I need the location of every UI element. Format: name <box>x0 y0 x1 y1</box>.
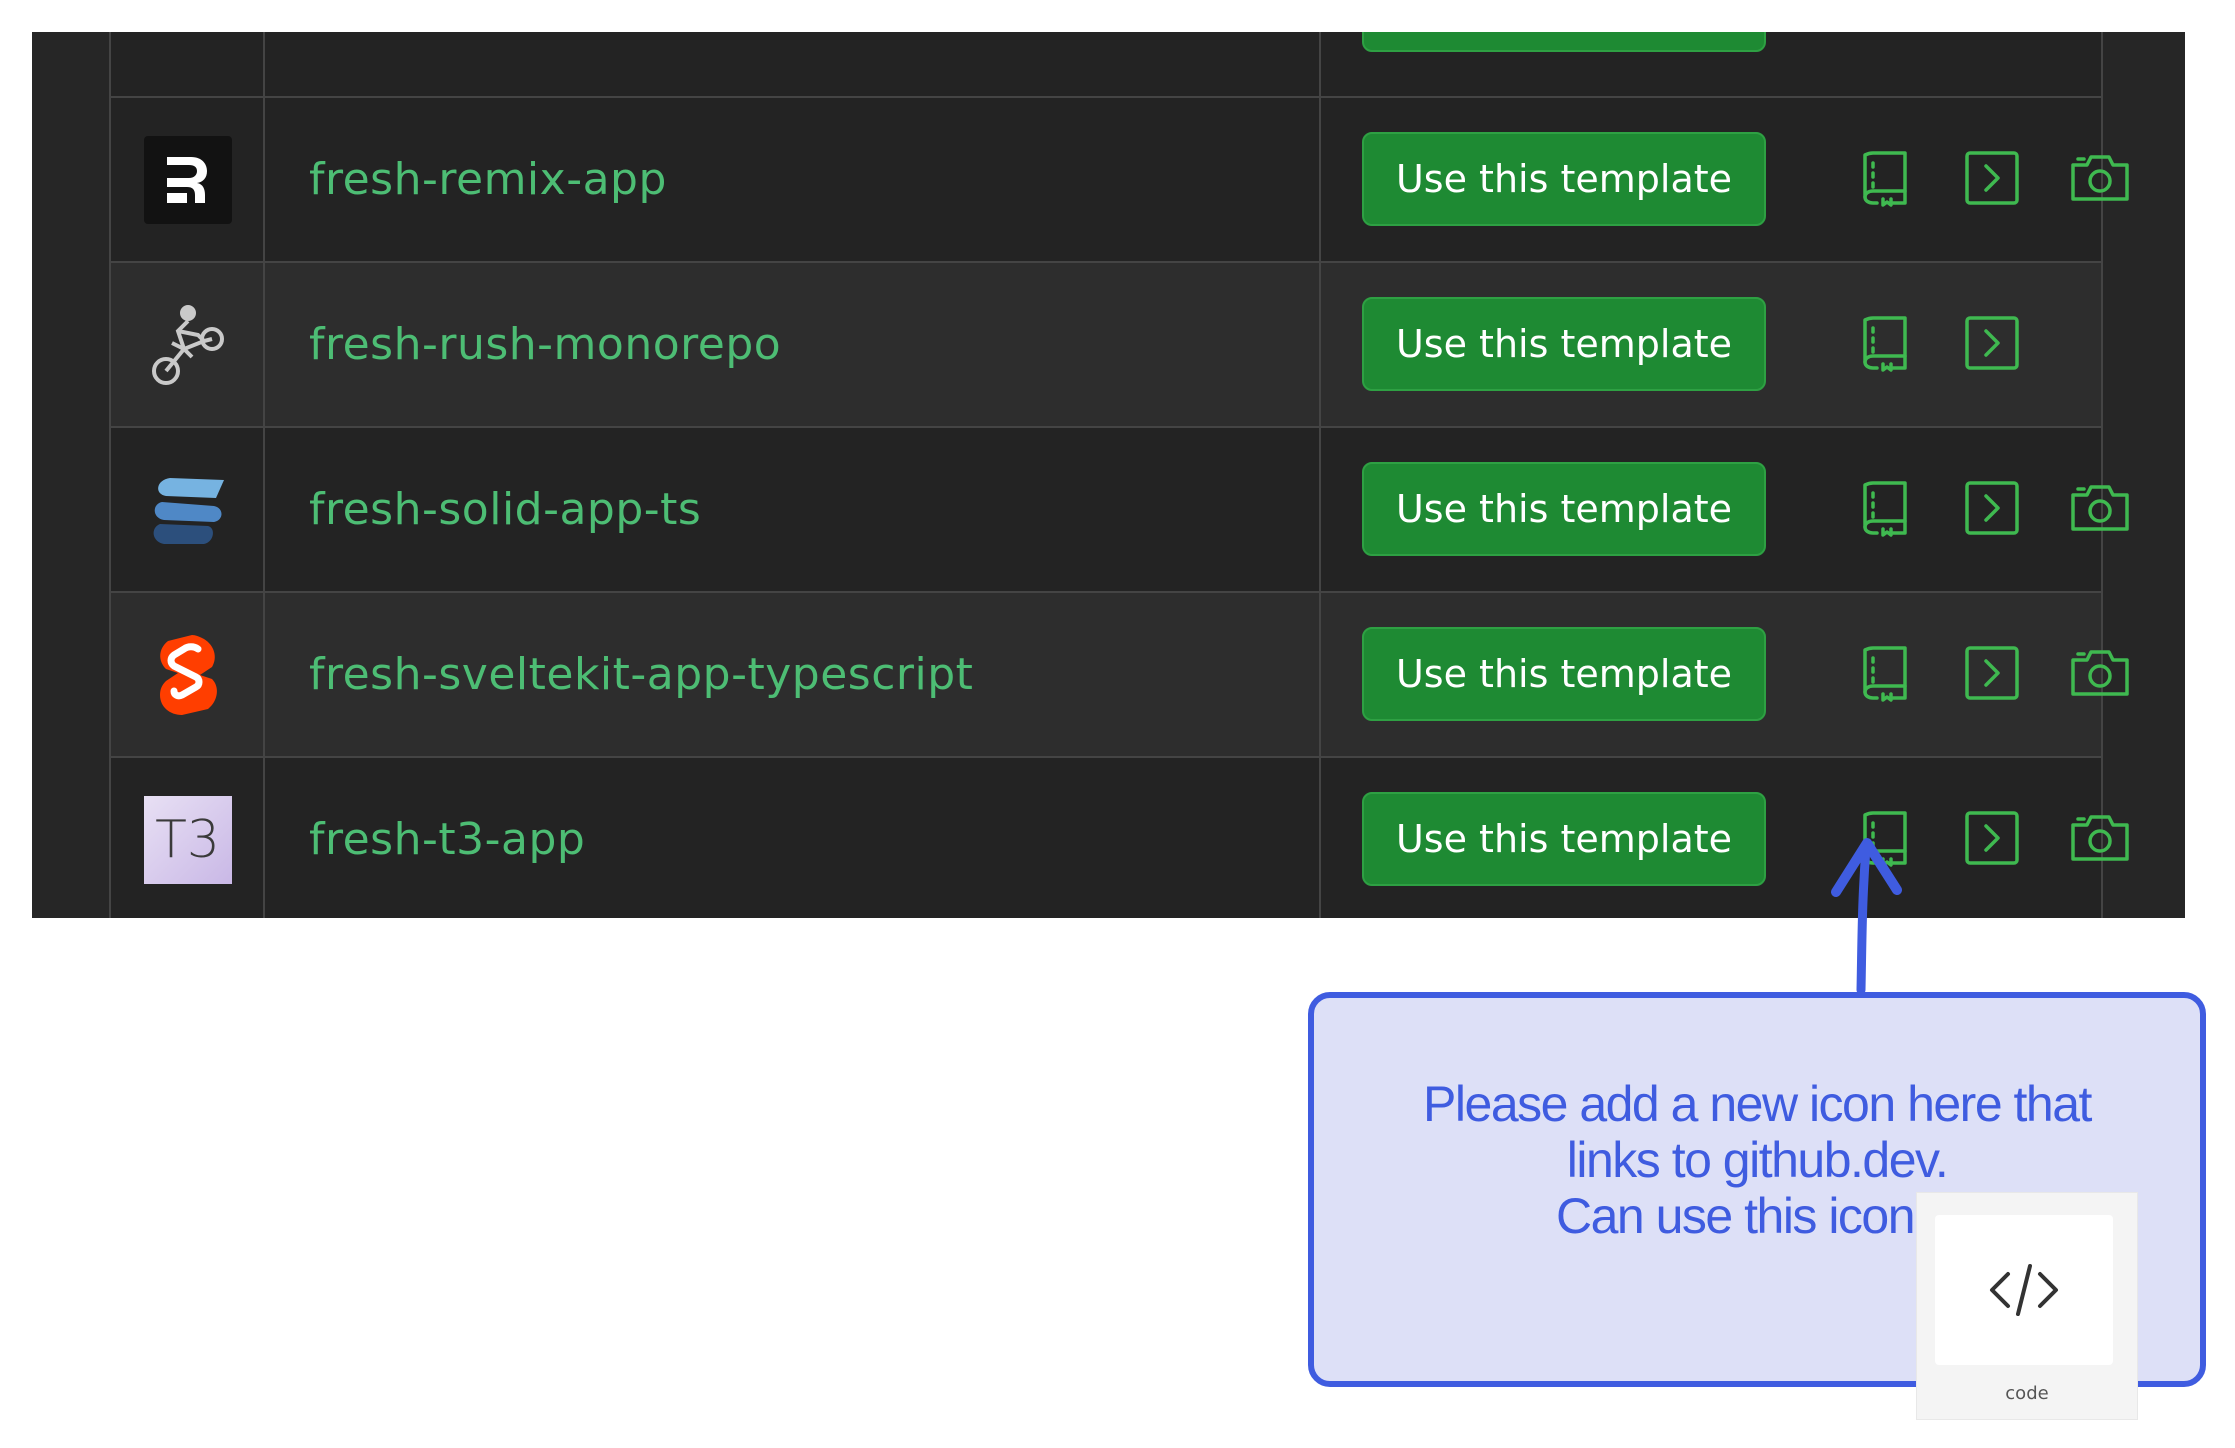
code-icon-card: code <box>1916 1192 2138 1420</box>
use-template-button[interactable]: Use this template <box>1362 792 1766 886</box>
use-template-button[interactable]: Use this template <box>1362 627 1766 721</box>
templates-panel: fresh-remix-app Use this template fresh-… <box>32 32 2185 918</box>
t3-logo-icon: T3 <box>143 795 232 884</box>
solid-logo-icon <box>144 466 232 554</box>
t3-logo-text: T3 <box>155 809 220 870</box>
terminal-chevron-icon[interactable] <box>1962 148 2022 208</box>
table-row: fresh-solid-app-ts Use this template <box>111 426 2129 591</box>
table-row: fresh-sveltekit-app-typescript Use this … <box>111 591 2129 756</box>
camera-icon[interactable] <box>2070 808 2130 868</box>
camera-icon[interactable] <box>2070 643 2130 703</box>
readme-book-icon[interactable] <box>1855 313 1915 373</box>
template-name-link[interactable]: fresh-remix-app <box>309 98 667 261</box>
table-row-partial-top <box>111 32 2101 96</box>
table-row: T3 fresh-t3-app Use this template <box>111 756 2129 918</box>
annotation-line-1: Please add a new icon here that <box>1423 1076 2092 1132</box>
camera-icon[interactable] <box>2070 148 2130 208</box>
terminal-chevron-icon[interactable] <box>1962 643 2022 703</box>
table-row: fresh-remix-app Use this template <box>111 96 2129 261</box>
template-name-link[interactable]: fresh-rush-monorepo <box>309 263 781 426</box>
use-template-button[interactable]: Use this template <box>1362 132 1766 226</box>
icon-caption: code <box>2005 1383 2049 1404</box>
terminal-chevron-icon[interactable] <box>1962 478 2022 538</box>
template-name-link[interactable]: fresh-sveltekit-app-typescript <box>309 593 973 756</box>
readme-book-icon[interactable] <box>1855 478 1915 538</box>
use-template-button[interactable]: Use this template <box>1362 462 1766 556</box>
svelte-logo-icon <box>144 631 232 719</box>
readme-book-icon[interactable] <box>1855 643 1915 703</box>
rush-motorbike-logo-icon <box>144 301 232 389</box>
terminal-chevron-icon[interactable] <box>1962 808 2022 868</box>
annotation-line-2: links to github.dev. <box>1566 1132 1949 1188</box>
table-row: fresh-rush-monorepo Use this template <box>111 261 2101 426</box>
templates-table: fresh-remix-app Use this template fresh-… <box>109 32 2129 918</box>
template-name-link[interactable]: fresh-t3-app <box>309 758 585 918</box>
use-template-button[interactable]: Use this template <box>1362 297 1766 391</box>
readme-book-icon[interactable] <box>1855 808 1915 868</box>
remix-logo-icon <box>143 135 232 224</box>
code-brackets-icon <box>1935 1215 2113 1365</box>
template-name-link[interactable]: fresh-solid-app-ts <box>309 428 701 591</box>
camera-icon[interactable] <box>2070 478 2130 538</box>
terminal-chevron-icon[interactable] <box>1962 313 2022 373</box>
readme-book-icon[interactable] <box>1855 148 1915 208</box>
